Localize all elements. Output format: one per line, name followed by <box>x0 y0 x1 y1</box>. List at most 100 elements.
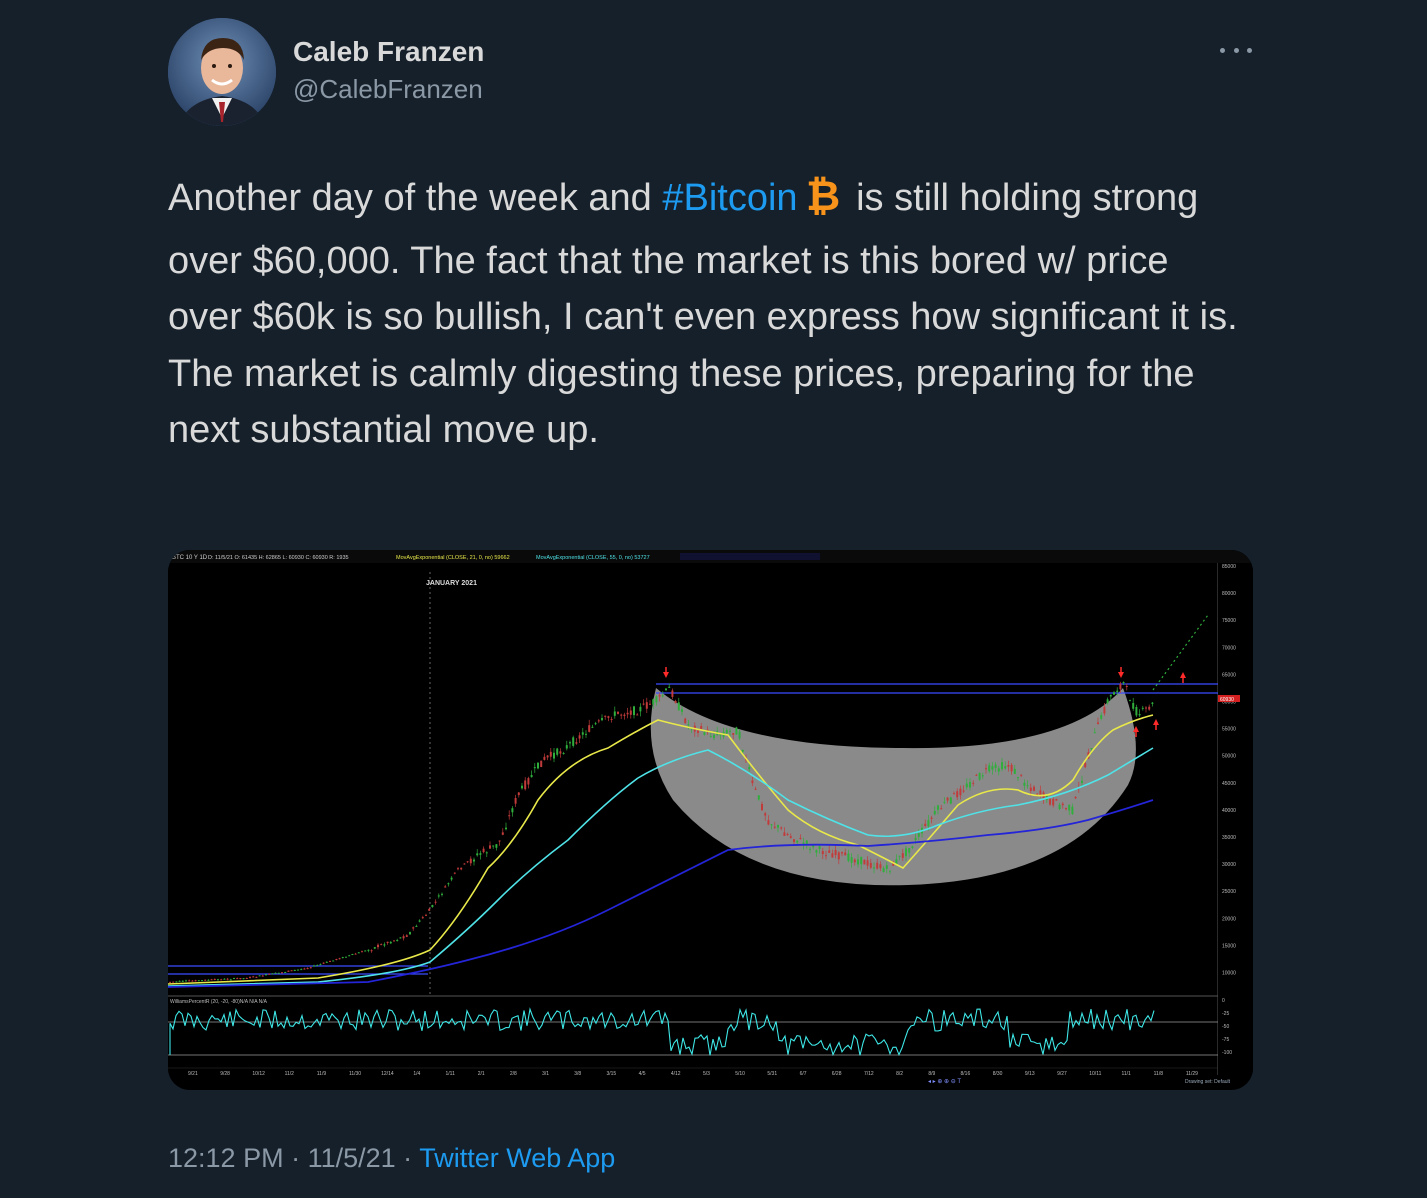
candle-body <box>994 764 997 768</box>
date-tick: 9/21 <box>188 1071 198 1077</box>
candle-body <box>748 766 751 770</box>
candle-body <box>703 732 706 735</box>
candle-body <box>402 936 405 939</box>
date-tick: 1/11 <box>446 1071 456 1077</box>
candle-body <box>469 858 472 864</box>
tweet-time[interactable]: 12:12 PM <box>168 1143 284 1173</box>
candle-body <box>319 964 322 966</box>
candle-body <box>357 952 360 954</box>
candle-body <box>473 859 475 862</box>
candle-body <box>1103 706 1106 714</box>
tweet-media-image[interactable]: BTC 10 Y 1D D: 11/5/21 O: 61435 H: 62865… <box>168 550 1253 1090</box>
tweet-date[interactable]: 11/5/21 <box>308 1143 396 1173</box>
candle-body <box>268 973 271 975</box>
hashtag-link[interactable]: #Bitcoin <box>662 177 797 219</box>
candle-body <box>1001 762 1003 770</box>
candle-body <box>914 837 917 840</box>
more-options-button[interactable] <box>1220 38 1252 62</box>
candle-body <box>671 690 674 697</box>
candle-body <box>761 803 763 811</box>
more-dot-icon <box>1233 47 1239 53</box>
candle-body <box>991 766 994 770</box>
price-tick: 20000 <box>1222 916 1236 922</box>
candle-body <box>658 694 661 697</box>
candle-body <box>636 714 639 716</box>
candle-body <box>380 944 383 946</box>
candle-body <box>482 848 485 853</box>
candle-body <box>329 960 331 962</box>
price-tick: 65000 <box>1222 672 1236 678</box>
candle-body <box>869 862 872 868</box>
date-tick: 11/2 <box>285 1071 295 1077</box>
candle-body <box>975 774 978 776</box>
date-tick: 1/4 <box>413 1071 420 1077</box>
candle-body <box>674 700 677 703</box>
candle-body <box>725 730 728 734</box>
candle-body <box>1122 681 1125 683</box>
author-handle[interactable]: @CalebFranzen <box>293 74 483 105</box>
candle-body <box>281 972 283 974</box>
candle-body <box>1061 803 1064 806</box>
candle-body <box>607 716 610 718</box>
candle-body <box>770 824 773 826</box>
candle-body <box>997 768 1000 772</box>
candle-body <box>373 947 376 949</box>
candle-body <box>178 980 181 982</box>
author-display-name[interactable]: Caleb Franzen <box>293 36 484 68</box>
wr-tick: -100 <box>1222 1050 1232 1056</box>
more-dot-icon <box>1247 47 1252 53</box>
candle-body <box>930 817 933 819</box>
meta-separator: · <box>395 1143 420 1173</box>
candle-body <box>677 702 680 711</box>
candle-body <box>655 696 658 703</box>
candle-body <box>613 711 616 716</box>
date-tick: 11/1 <box>1121 1071 1131 1077</box>
candle-body <box>633 706 635 716</box>
candle-body <box>882 868 885 873</box>
date-tick: 6/28 <box>832 1071 842 1077</box>
candle-body <box>617 711 619 714</box>
avatar[interactable] <box>168 18 276 126</box>
candle-body <box>831 853 834 858</box>
source-app-link[interactable]: Twitter Web App <box>419 1143 615 1173</box>
candle-body <box>457 868 459 870</box>
candle-body <box>229 979 232 981</box>
candle-body <box>789 836 792 838</box>
candle-body <box>527 778 530 785</box>
candle-body <box>668 686 671 688</box>
candle-body <box>585 733 587 735</box>
candle-body <box>511 808 514 813</box>
wr-tick: -75 <box>1222 1037 1229 1043</box>
candle-body <box>981 775 984 777</box>
candle-body <box>492 845 495 847</box>
price-tick: 35000 <box>1222 835 1236 841</box>
candle-body <box>604 715 607 717</box>
candle-body <box>367 949 370 951</box>
candle-body <box>1100 714 1103 719</box>
candle-body <box>1071 806 1074 814</box>
candle-body <box>271 973 274 975</box>
candle-body <box>578 735 581 739</box>
candle-body <box>309 967 312 969</box>
candle-body <box>857 859 859 865</box>
candle-body <box>389 941 392 944</box>
candle-body <box>649 703 651 705</box>
candle-body <box>569 742 571 744</box>
candle-body <box>1004 766 1007 769</box>
candle-body <box>204 979 207 981</box>
candle-body <box>549 751 552 757</box>
price-tick: 40000 <box>1222 808 1236 814</box>
last-price-label: 60930 <box>1220 697 1234 703</box>
candle-body <box>437 895 440 897</box>
candle-body <box>345 956 347 958</box>
candle-body <box>316 965 319 967</box>
chart-tool-icons[interactable]: ◂ ▸ ⊕ ⊕ ⊖ T <box>928 1079 961 1085</box>
tweet-text: Another day of the week and #Bitcoin ₿ is… <box>168 170 1238 459</box>
candle-body <box>1055 798 1058 801</box>
candle-body <box>873 867 875 869</box>
candle-body <box>844 852 847 856</box>
candle-body <box>463 863 466 865</box>
candle-body <box>1097 722 1099 725</box>
candle-body <box>335 959 338 961</box>
candle-body <box>265 974 267 976</box>
